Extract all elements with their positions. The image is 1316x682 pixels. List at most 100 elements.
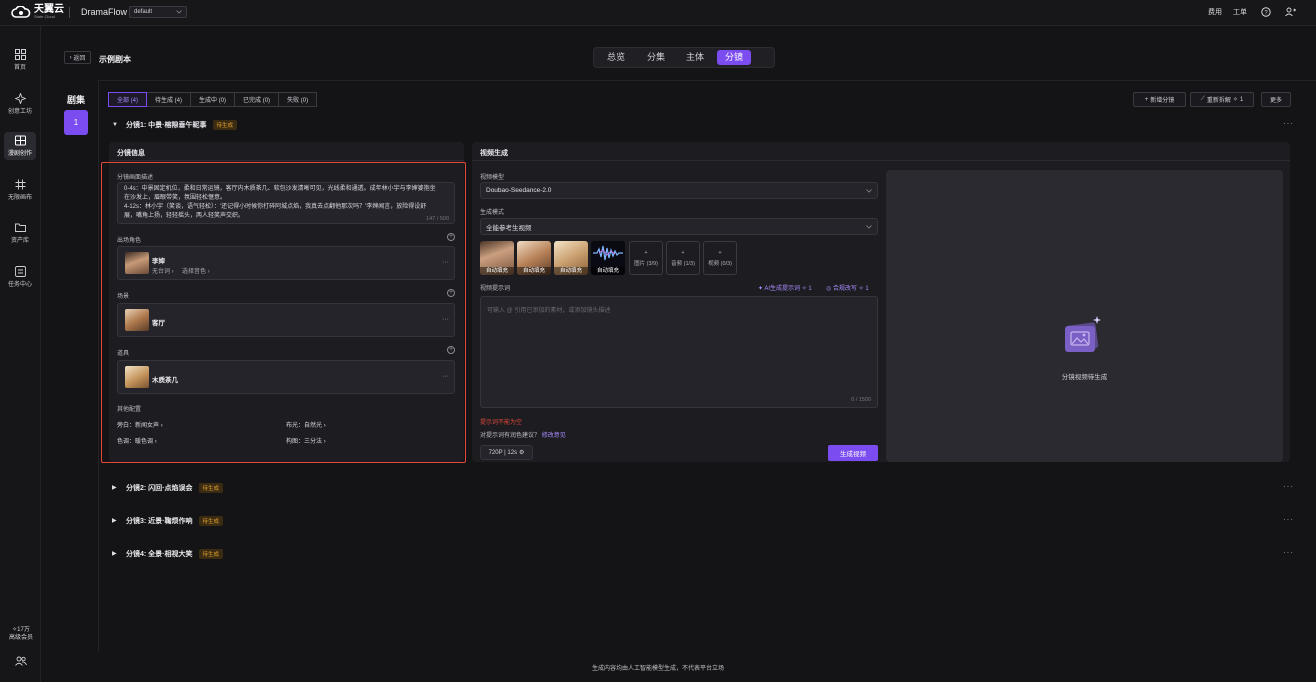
wand-icon: ⟋ [1200, 96, 1205, 102]
reference-image[interactable]: 自动填充 [517, 241, 551, 275]
desc-line: 0-4s：中景固定机位，柔和日常运镜，客厅内木质茶几、软包沙发清晰可见，光线柔和… [124, 186, 436, 192]
ai-prompt-button[interactable]: ✦ AI生成提示词 ✧ 1 [758, 283, 812, 292]
compliance-cost: 1 [865, 286, 869, 292]
narration-select[interactable]: 旁白：新闻女声 › [117, 420, 163, 429]
help-icon[interactable]: ? [1261, 7, 1271, 17]
compliance-button[interactable]: ◎ 合规改写 ✧ 1 [826, 283, 869, 292]
waveform-icon [593, 245, 623, 261]
tickets-link[interactable]: 工单 [1233, 7, 1247, 17]
panel-title: 视频生成 [472, 142, 1290, 161]
filter-generating[interactable]: 生成中 (0) [190, 92, 236, 107]
chevron-left-icon: ‹ [69, 54, 72, 61]
sidebar-item-comic[interactable]: 漫剧创作 [4, 132, 36, 160]
status-badge: 待生成 [198, 515, 224, 526]
episode-item[interactable]: 1 [64, 110, 88, 135]
add-label: 音频 [671, 260, 683, 267]
add-audio-button[interactable]: + 音频 (1/3) [666, 241, 700, 275]
status-filters: 全部 (4) 待生成 (4) 生成中 (0) 已完成 (0) 失败 (0) [108, 92, 318, 107]
shot-title: 分镜4: 全景·相视大笑 [126, 550, 193, 558]
suggest-link[interactable]: 修改意见 [542, 433, 566, 439]
character-more-icon[interactable]: ··· [442, 259, 449, 266]
suggest-question: 对提示词有润色建议？ [480, 433, 541, 439]
composition-select[interactable]: 构图：三分法 › [286, 436, 326, 445]
task-icon [14, 266, 26, 277]
sidebar-item-label: 首页 [13, 65, 26, 71]
chevron-down-icon [176, 10, 182, 14]
sidebar-item-tasks[interactable]: 任务中心 [4, 263, 36, 291]
generate-video-button[interactable]: 生成视频 [828, 445, 878, 461]
caret-right-icon: ▶ [112, 518, 117, 524]
reference-image[interactable]: 自动填充 [480, 241, 514, 275]
plus-icon: + [718, 249, 722, 256]
desc-textarea[interactable]: 0-4s：中景固定机位，柔和日常运镜，客厅内木质茶几、软包沙发清晰可见，光线柔和… [117, 182, 455, 224]
reference-audio[interactable]: 自动填充 [591, 241, 625, 275]
props-label: 道具 [117, 351, 130, 357]
user-menu-icon[interactable] [1285, 7, 1296, 17]
sidebar-item-home[interactable]: 首页 [4, 46, 36, 74]
filter-all[interactable]: 全部 (4) [108, 92, 148, 107]
chevron-down-icon [866, 188, 872, 193]
membership-label: 高级会员 [8, 635, 33, 641]
prompt-textarea[interactable]: 可输入 @ 引用已添加的素材，或添加镜头描述 0 / 1500 [480, 296, 878, 408]
add-video-button[interactable]: + 视频 (0/3) [703, 241, 737, 275]
prop-card[interactable]: 木质茶几 ··· [117, 360, 455, 394]
reference-image[interactable]: 自动填充 [554, 241, 588, 275]
color-tone-select[interactable]: 色调：暖色调 › [117, 436, 157, 445]
shot-more-icon[interactable]: ··· [1283, 119, 1294, 128]
sidebar-item-label: 漫剧创作 [7, 151, 32, 157]
scene-more-icon[interactable]: ··· [442, 316, 449, 323]
prompt-placeholder: 可输入 @ 引用已添加的素材，或添加镜头描述 [487, 308, 611, 314]
back-button[interactable]: ‹ 返回 [64, 51, 91, 64]
shot-more-icon[interactable]: ··· [1283, 515, 1294, 524]
filter-pending[interactable]: 待生成 (4) [146, 92, 192, 107]
film-book-icon [14, 135, 26, 146]
add-prop-icon[interactable]: + [447, 346, 455, 354]
logo[interactable]: 天翼云 State Cloud [11, 5, 64, 19]
back-label: 返回 [73, 56, 86, 62]
lighting-select[interactable]: 布光：自然光 › [286, 420, 326, 429]
tab-episodes[interactable]: 分集 [639, 50, 673, 65]
shot-header[interactable]: ▶ 分镜2: 闪回·点焰误会 待生成 [112, 481, 224, 494]
resplit-cost: 1 [1239, 96, 1244, 103]
more-button[interactable]: 更多 [1261, 92, 1291, 107]
config-key: 布光 [286, 423, 299, 429]
scene-card[interactable]: 客厅 ··· [117, 303, 455, 337]
sidebar-item-canvas[interactable]: 无限画布 [4, 176, 36, 204]
caret-right-icon: ▶ [112, 485, 117, 491]
mode-select[interactable]: 全能参考生视频 [480, 218, 878, 235]
sidebar-item-assets[interactable]: 资产库 [4, 219, 36, 247]
billing-link[interactable]: 费用 [1208, 7, 1222, 17]
shot-more-icon[interactable]: ··· [1283, 548, 1294, 557]
video-settings-button[interactable]: 720P | 12s ⚙ [480, 445, 533, 460]
sidebar-item-creative[interactable]: 创意工坊 [4, 90, 36, 118]
shot-header[interactable]: ▼ 分镜1: 中景·榕隙垂午昵事 待生成 [112, 118, 238, 131]
prop-more-icon[interactable]: ··· [442, 373, 449, 380]
model-select[interactable]: Doubao-Seedance-2.0 [480, 182, 878, 199]
filter-failed[interactable]: 失败 (0) [278, 92, 318, 107]
shot-more-icon[interactable]: ··· [1283, 482, 1294, 491]
page-title: 示例剧本 [99, 55, 131, 64]
plus-icon: + [644, 249, 648, 256]
tab-storyboard[interactable]: 分镜 [717, 50, 752, 65]
voice-line-select[interactable]: 无台词 › [152, 266, 174, 275]
shot-header[interactable]: ▶ 分镜3: 近景·鞠烦作响 待生成 [112, 514, 224, 527]
tab-overview[interactable]: 总览 [599, 50, 633, 65]
voice-tone-select[interactable]: 选择音色 › [182, 266, 210, 275]
other-config-label: 其他配置 [117, 407, 142, 413]
compliance-label: 合规改写 [832, 286, 857, 292]
add-image-button[interactable]: + 图片 (3/9) [629, 241, 663, 275]
resplit-button[interactable]: ⟋ 重新拆解 ✧ 1 [1190, 92, 1254, 107]
character-card[interactable]: 李婶 无台词 › 选择音色 › ··· [117, 246, 455, 280]
credits-block[interactable]: ✧17万 高级会员 [6, 626, 36, 642]
hash-canvas-icon [15, 179, 25, 190]
filter-completed[interactable]: 已完成 (0) [234, 92, 280, 107]
add-scene-icon[interactable]: + [447, 289, 455, 297]
shot-header[interactable]: ▶ 分镜4: 全景·相视大笑 待生成 [112, 547, 224, 560]
add-character-icon[interactable]: + [447, 233, 455, 241]
resplit-label: 重新拆解 [1206, 98, 1231, 104]
shot-title: 分镜1: 中景·榕隙垂午昵事 [126, 121, 207, 129]
workspace-select[interactable]: default [129, 6, 187, 18]
star-icon: ✧ [801, 286, 807, 292]
new-shot-button[interactable]: + 新增分镜 [1133, 92, 1186, 107]
tab-subjects[interactable]: 主体 [678, 50, 712, 65]
